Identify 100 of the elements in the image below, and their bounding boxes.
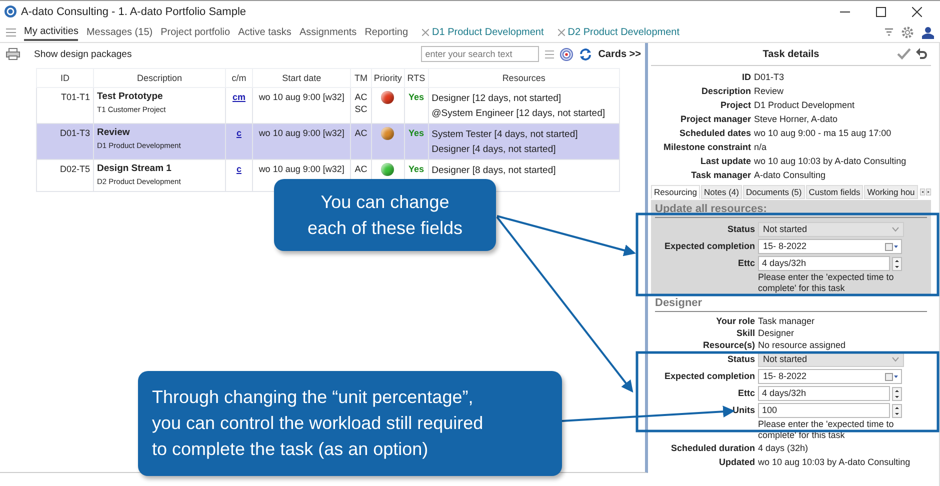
field-label: Status [726, 223, 755, 236]
tab[interactable]: D1 Product Development [432, 24, 544, 40]
spinner-icon[interactable] [892, 404, 902, 418]
undo-icon[interactable] [916, 48, 927, 60]
field-value: wo 10 aug 10:03 by A-dato Consulting [758, 456, 912, 469]
hint-text: Please enter the 'expected time to complete' for this task [758, 272, 895, 294]
section-title: Update all resources: [655, 202, 768, 216]
field-label: Expected completion [663, 370, 755, 383]
field-label: Scheduled duration [670, 442, 755, 455]
field-label: Resource(s) [702, 339, 755, 351]
task-manager-initials: SC [354, 103, 368, 115]
input-field[interactable]: 4 days/32h [758, 256, 890, 271]
cm-link[interactable]: c [236, 128, 242, 138]
field-label: Milestone constraint [662, 141, 751, 154]
scroll-left-icon[interactable] [920, 186, 925, 198]
field-value: Steve Horner, A-dato [754, 113, 839, 126]
tab[interactable]: Notes (4) [701, 185, 742, 199]
input-field[interactable]: 100 [758, 403, 890, 418]
panel-title: Task details [762, 48, 820, 60]
rts-status: Yes [408, 164, 424, 174]
task-id: D02-T5 [60, 164, 90, 174]
field-label: Your role [715, 315, 755, 327]
field-value: A-dato Consulting [754, 169, 827, 182]
field-label: Ettc [736, 387, 755, 400]
field-value: Task manager [758, 315, 816, 327]
field-value: wo 10 aug 10:03 by A-dato Consulting [754, 155, 908, 168]
rts-status: Yes [408, 128, 424, 138]
filter-icon[interactable] [885, 28, 893, 36]
input-field[interactable]: 4 days/32h [758, 386, 890, 401]
tab[interactable]: Documents (5) [742, 185, 805, 199]
field-label: Description [700, 85, 751, 98]
tab[interactable]: Custom fields [806, 185, 864, 199]
section-title: Designer [655, 296, 704, 310]
column-header[interactable]: Resources [502, 73, 546, 83]
field-value: No resource assigned [758, 339, 847, 351]
spinner-icon[interactable] [892, 386, 902, 400]
task-manager-initials: AC [354, 163, 368, 175]
cards-button[interactable]: Cards >> [598, 48, 641, 60]
task-name: Review [97, 127, 131, 139]
task-id: D01-T3 [60, 128, 90, 138]
maximize-icon[interactable] [876, 6, 886, 16]
user-icon[interactable] [922, 26, 934, 38]
field-label: Units [732, 404, 755, 417]
field-label: Project manager [679, 113, 751, 126]
tab[interactable]: Project portfolio [160, 24, 230, 40]
search-field[interactable]: enter your search text [421, 46, 540, 62]
target-icon[interactable] [560, 48, 574, 60]
field-label: Task manager [690, 169, 751, 182]
tab[interactable]: D2 Product Development [568, 24, 680, 40]
tab[interactable]: Reporting [364, 24, 408, 40]
column-header[interactable]: Description [136, 73, 182, 83]
callout: Through changing the “unit percentage”, you can control the workload still required to complete the task (as an option) [138, 371, 562, 476]
start-date: wo 10 aug 9:00 [w32] [258, 92, 344, 102]
column-header[interactable]: ID [60, 73, 70, 83]
start-date: wo 10 aug 9:00 [w32] [258, 164, 344, 174]
resource-entry: @System Engineer [12 days, not started] [432, 107, 606, 121]
tab[interactable]: My activities [24, 24, 78, 40]
field-value: D01-T3 [754, 71, 786, 84]
tab[interactable]: Working hou [864, 185, 918, 199]
callout: You can change each of these fields [274, 179, 496, 251]
field-value: n/a [754, 141, 768, 154]
task-id: T01-T1 [60, 92, 90, 102]
close-icon[interactable] [912, 6, 922, 16]
field-label: Expected completion [663, 240, 755, 253]
menu-icon[interactable] [6, 28, 16, 36]
task-name: Design Stream 1 [97, 163, 172, 175]
cm-link[interactable]: cm [232, 92, 246, 102]
tab[interactable]: Assignments [299, 24, 357, 40]
show-design-packages-label[interactable]: Show design packages [34, 48, 132, 60]
app-logo-icon [4, 5, 17, 18]
rts-status: Yes [408, 92, 424, 102]
resource-entry: System Tester [4 days, not started] [432, 128, 579, 142]
field-value: 4 days (32h) [758, 442, 810, 455]
field-value: wo 10 aug 9:00 - ma 15 aug 17:00 [754, 127, 892, 140]
field-value: Designer [758, 327, 796, 339]
tab[interactable]: Active tasks [238, 24, 292, 40]
field-label: ID [741, 71, 751, 84]
resource-entry: Designer [8 days, not started] [432, 164, 557, 178]
cm-link[interactable]: c [236, 164, 242, 174]
spinner-icon[interactable] [892, 256, 902, 270]
field-label: Scheduled dates [678, 127, 751, 140]
field-label: Status [726, 353, 755, 366]
task-manager-initials: AC [354, 127, 368, 139]
field-value: D1 Product Development [754, 99, 856, 112]
printer-icon[interactable] [6, 48, 20, 60]
resource-entry: Designer [4 days, not started] [432, 143, 557, 157]
checkmark-icon[interactable] [897, 48, 911, 60]
scroll-right-icon[interactable] [926, 186, 931, 198]
field-label: Project [719, 99, 751, 112]
window-title: A-dato Consulting - 1. A-dato Portfolio Sample [21, 6, 246, 18]
field-label: Updated [718, 456, 755, 469]
refresh-icon[interactable] [579, 48, 592, 60]
hint-text: Please enter the 'expected time to complete' for this task [758, 419, 895, 441]
start-date: wo 10 aug 9:00 [w32] [258, 128, 344, 138]
field-label: Last update [699, 155, 751, 168]
field-label: Skill [735, 327, 755, 339]
tab[interactable]: Resourcing [651, 185, 700, 199]
task-name: Test Prototype [97, 91, 164, 103]
tab[interactable]: Messages (15) [86, 24, 153, 40]
settings-icon[interactable] [901, 26, 914, 38]
